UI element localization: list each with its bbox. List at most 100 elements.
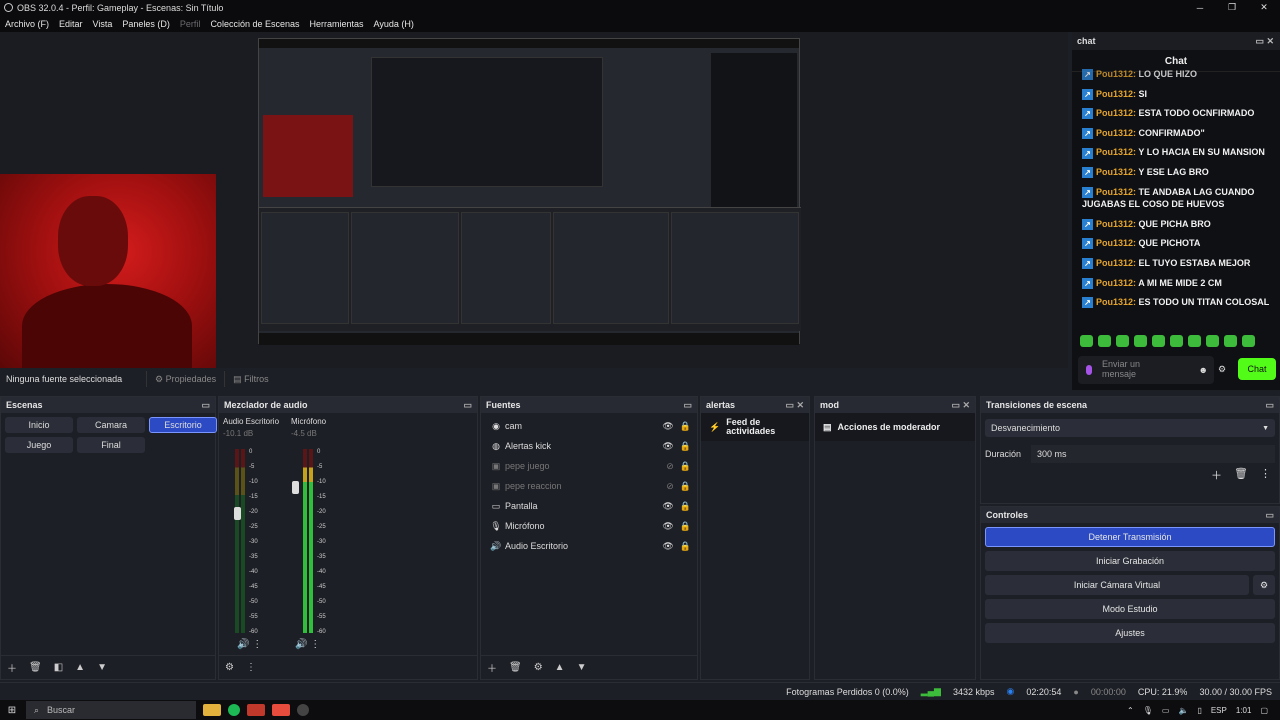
eye-icon[interactable]: 👁 [662, 541, 673, 552]
webcam-source[interactable] [0, 174, 216, 368]
language[interactable]: ESP [1211, 706, 1227, 715]
virtual-camera-gear-icon[interactable]: ⚙ [1253, 575, 1275, 595]
start-recording-button[interactable]: Iniciar Grabación [985, 551, 1275, 571]
mic-tray-icon[interactable]: 🎙 [1143, 706, 1153, 715]
stop-stream-button[interactable]: Detener Transmisión [985, 527, 1275, 547]
notification-icon[interactable]: ▢ [1260, 706, 1268, 715]
chat-username[interactable]: Pou1312 [1096, 147, 1133, 157]
studio-mode-button[interactable]: Modo Estudio [985, 599, 1275, 619]
lock-icon[interactable]: 🔒 [680, 521, 691, 532]
chat-send-button[interactable]: Chat [1238, 358, 1276, 380]
chat-username[interactable]: Pou1312 [1096, 89, 1133, 99]
brave-icon[interactable] [272, 704, 290, 716]
eye-icon[interactable]: 👁 [662, 441, 673, 452]
file-explorer-icon[interactable] [203, 704, 221, 716]
minimize-icon[interactable]: ─ [1184, 0, 1216, 15]
menu-vista[interactable]: Vista [93, 19, 113, 29]
chat-username[interactable]: Pou1312 [1096, 219, 1133, 229]
gear-icon[interactable]: ⚙ [534, 662, 543, 673]
filters-button[interactable]: ▤ Filtros [224, 371, 277, 387]
duration-input[interactable]: 300 ms [1031, 445, 1275, 463]
menu-ayuda[interactable]: Ayuda (H) [374, 19, 414, 29]
obs-taskbar-icon[interactable] [297, 704, 309, 716]
chat-username[interactable]: Pou1312 [1096, 69, 1133, 79]
lock-icon[interactable]: 🔒 [680, 461, 691, 472]
speaker-icon[interactable]: 🔊 ⋮ [237, 639, 262, 650]
emote-icon[interactable] [1206, 335, 1219, 347]
scene-inicio[interactable]: Inicio [5, 417, 73, 433]
trash-icon[interactable]: 🗑 [509, 662, 522, 673]
eye-hidden-icon[interactable]: ⊘ [666, 461, 674, 472]
chat-username[interactable]: Pou1312 [1096, 297, 1133, 307]
emote-icon[interactable] [1116, 335, 1129, 347]
maximize-icon[interactable]: ❐ [1216, 0, 1248, 15]
emote-icon[interactable] [1080, 335, 1093, 347]
source-item[interactable]: ▣ pepe juego ⊘ 🔒 [481, 456, 697, 476]
emote-icon[interactable] [1152, 335, 1165, 347]
emote-icon[interactable] [1134, 335, 1147, 347]
undock-icon[interactable]: ▭ ✕ [1255, 36, 1274, 47]
network-icon[interactable]: ▭ [1162, 706, 1170, 715]
chat-username[interactable]: Pou1312 [1096, 128, 1133, 138]
menu-paneles[interactable]: Paneles (D) [122, 19, 170, 29]
undock-icon[interactable]: ▭ ✕ [785, 400, 804, 411]
scene-camara[interactable]: Camara [77, 417, 145, 433]
emote-icon[interactable] [1098, 335, 1111, 347]
battery-icon[interactable]: ▯ [1197, 706, 1201, 715]
menu-herramientas[interactable]: Herramientas [310, 19, 364, 29]
chat-settings-icon[interactable]: ⚙ [1218, 364, 1226, 375]
scene-juego[interactable]: Juego [5, 437, 73, 453]
speaker-icon[interactable]: 🔊 ⋮ [295, 639, 320, 650]
emote-icon[interactable] [1224, 335, 1237, 347]
taskbar-search[interactable]: ⌕ Buscar [26, 701, 196, 719]
volume-icon[interactable]: 🔈 [1178, 706, 1188, 715]
chat-username[interactable]: Pou1312 [1096, 278, 1133, 288]
more-icon[interactable]: ⋮ [1260, 467, 1271, 483]
trash-icon[interactable]: 🗑 [1234, 467, 1248, 483]
eye-hidden-icon[interactable]: ⊘ [666, 481, 674, 492]
chat-username[interactable]: Pou1312 [1096, 238, 1133, 248]
add-icon[interactable]: ＋ [487, 660, 497, 675]
lock-icon[interactable]: 🔒 [680, 441, 691, 452]
undock-icon[interactable]: ▭ [1265, 510, 1274, 521]
lock-icon[interactable]: 🔒 [680, 501, 691, 512]
move-down-icon[interactable]: ▼ [97, 662, 107, 673]
undock-icon[interactable]: ▭ ✕ [951, 400, 970, 411]
trash-icon[interactable]: 🗑 [29, 662, 42, 673]
volume-slider[interactable] [234, 507, 241, 520]
source-item[interactable]: ▭ Pantalla 👁 🔒 [481, 496, 697, 516]
menu-archivo[interactable]: Archivo (F) [5, 19, 49, 29]
emote-icon[interactable] [1242, 335, 1255, 347]
eye-icon[interactable]: 👁 [662, 521, 673, 532]
undock-icon[interactable]: ▭ [1265, 400, 1274, 411]
move-up-icon[interactable]: ▲ [75, 662, 85, 673]
chevron-up-icon[interactable]: ⌃ [1127, 706, 1134, 715]
undock-icon[interactable]: ▭ [463, 400, 472, 411]
start-virtual-camera-button[interactable]: Iniciar Cámara Virtual [985, 575, 1249, 595]
chat-username[interactable]: Pou1312 [1096, 187, 1133, 197]
menu-coleccion[interactable]: Colección de Escenas [210, 19, 299, 29]
undock-icon[interactable]: ▭ [683, 400, 692, 411]
emote-icon[interactable] [1188, 335, 1201, 347]
menu-editar[interactable]: Editar [59, 19, 83, 29]
mixer-settings-icon[interactable]: ⚙ [225, 662, 234, 673]
lock-icon[interactable]: 🔒 [680, 421, 691, 432]
add-icon[interactable]: ＋ [7, 660, 17, 675]
settings-button[interactable]: Ajustes [985, 623, 1275, 643]
eye-icon[interactable]: 👁 [662, 501, 673, 512]
volume-slider[interactable] [292, 481, 299, 494]
move-down-icon[interactable]: ▼ [577, 662, 587, 673]
scene-escritorio[interactable]: Escritorio [149, 417, 217, 433]
spotify-icon[interactable] [228, 704, 240, 716]
chat-input[interactable]: Enviar un mensaje ☻ [1078, 356, 1214, 384]
add-icon[interactable]: ＋ [1211, 467, 1222, 483]
lock-icon[interactable]: 🔒 [680, 541, 691, 552]
more-icon[interactable]: ⋮ [246, 662, 256, 673]
eye-icon[interactable]: 👁 [662, 421, 673, 432]
undock-icon[interactable]: ▭ [201, 400, 210, 411]
filter-icon[interactable]: ◧ [54, 662, 63, 673]
source-item[interactable]: ▣ pepe reaccion ⊘ 🔒 [481, 476, 697, 496]
source-item[interactable]: ◉ cam 👁 🔒 [481, 416, 697, 436]
source-item[interactable]: 🎙 Micrófono 👁 🔒 [481, 516, 697, 536]
lock-icon[interactable]: 🔒 [680, 481, 691, 492]
